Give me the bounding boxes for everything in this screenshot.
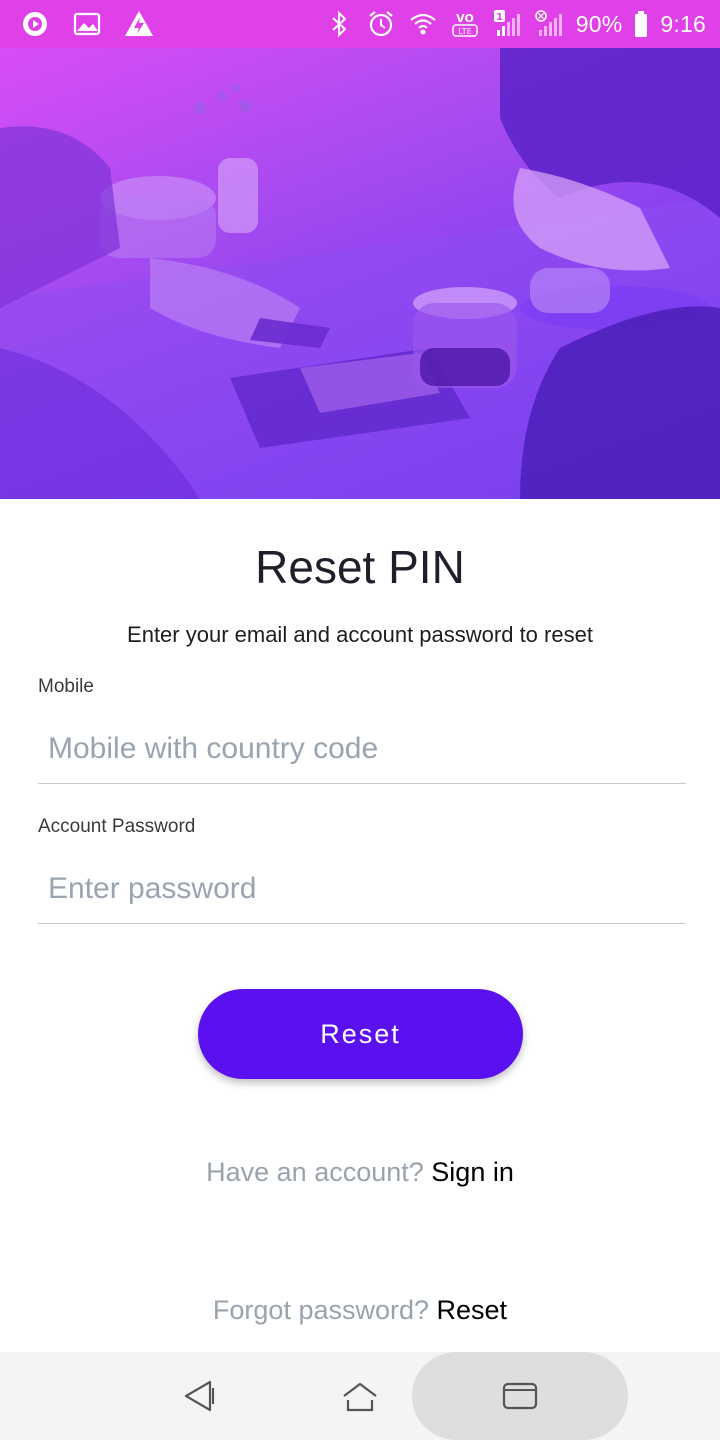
svg-text:VO: VO (456, 12, 474, 25)
signin-prompt: Have an account? (206, 1157, 424, 1187)
battery-percent: 90% (575, 10, 623, 37)
signin-link[interactable]: Sign in (431, 1157, 514, 1187)
home-icon[interactable] (340, 1376, 380, 1416)
wifi-icon (408, 9, 438, 39)
image-icon (72, 9, 102, 39)
forgot-prompt: Forgot password? (212, 1295, 430, 1325)
mobile-input[interactable] (38, 714, 686, 784)
password-input[interactable] (38, 854, 686, 924)
flash-app-icon (124, 9, 154, 39)
battery-icon (634, 9, 648, 39)
hero-image (0, 48, 720, 499)
signin-row: Have an account? Sign in (0, 1157, 720, 1188)
volte-icon: VO LTE (450, 9, 480, 39)
signal-icon: 1 (492, 9, 522, 39)
navigation-bar (0, 1352, 720, 1440)
password-label: Account Password (38, 816, 196, 837)
back-icon[interactable] (180, 1376, 220, 1416)
media-play-icon (20, 9, 50, 39)
svg-text:LTE: LTE (458, 27, 471, 36)
page-title: Reset PIN (255, 541, 465, 593)
status-bar: VO LTE 1 90% 9:16 (0, 0, 720, 48)
mobile-label: Mobile (38, 676, 94, 697)
forgot-reset-link[interactable]: Reset (437, 1295, 508, 1325)
page-subtitle: Enter your email and account password to… (127, 622, 593, 647)
clock: 9:16 (660, 10, 706, 37)
reset-button[interactable]: Reset (198, 989, 523, 1079)
svg-text:1: 1 (496, 12, 503, 23)
signal-no-sim-icon (534, 9, 564, 39)
alarm-icon (366, 9, 396, 39)
bluetooth-icon (324, 9, 354, 39)
recents-icon[interactable] (500, 1376, 540, 1416)
forgot-row: Forgot password? Reset (0, 1295, 720, 1326)
